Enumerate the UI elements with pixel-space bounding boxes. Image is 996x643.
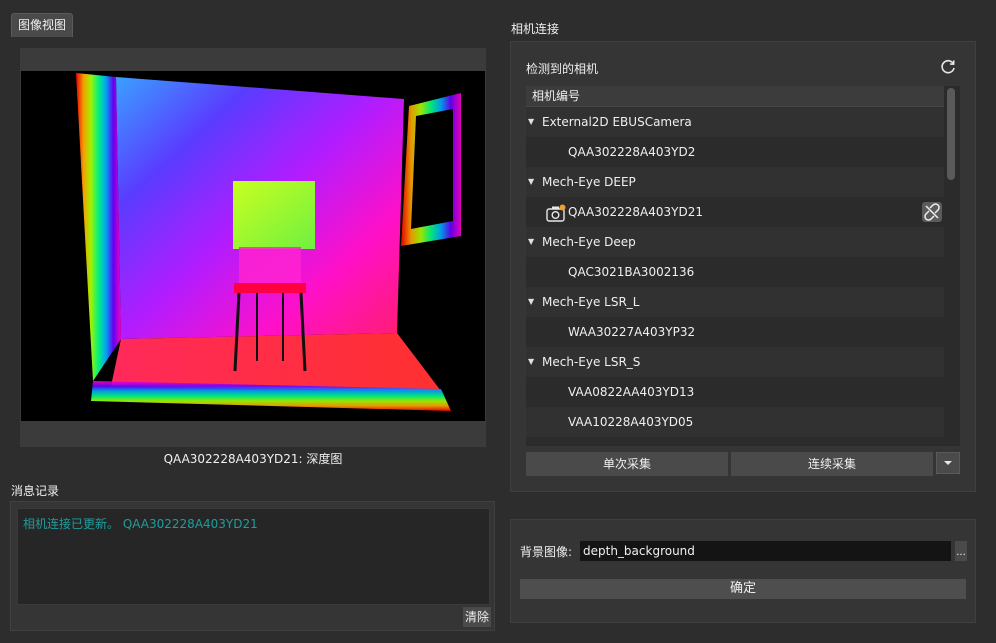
tree-group-row[interactable]: ▼ Mech-Eye LSR_L bbox=[526, 287, 944, 317]
tree-group-row[interactable]: ▼ External2D EBUSCamera bbox=[526, 107, 944, 137]
chevron-down-icon[interactable]: ▼ bbox=[528, 347, 538, 377]
serial-label: WAA30227A403YP32 bbox=[568, 325, 696, 339]
camera-tree[interactable]: 相机编号 ▼ External2D EBUSCamera QAA302228A4… bbox=[526, 86, 944, 446]
detected-cameras-label: 检测到的相机 bbox=[526, 62, 599, 76]
serial-label: QAC3021BA3002136 bbox=[568, 265, 695, 279]
depth-image bbox=[21, 71, 485, 421]
tree-group-row[interactable]: ▼ Mech-Eye DEEP bbox=[526, 167, 944, 197]
image-caption: QAA302228A403YD21: 深度图 bbox=[163, 452, 343, 466]
tree-group-row[interactable]: ▼ Mech-Eye LSR_S bbox=[526, 347, 944, 377]
depth-image-render bbox=[21, 71, 485, 421]
group-label: Mech-Eye DEEP bbox=[542, 175, 636, 189]
continuous-capture-button[interactable]: 连续采集 bbox=[731, 452, 933, 476]
single-capture-button[interactable]: 单次采集 bbox=[526, 452, 728, 476]
message-log-title: 消息记录 bbox=[11, 484, 60, 498]
refresh-icon[interactable] bbox=[938, 57, 958, 77]
background-image-label: 背景图像: bbox=[520, 545, 573, 559]
background-panel bbox=[510, 519, 976, 623]
chevron-down-icon[interactable]: ▼ bbox=[528, 287, 538, 317]
background-image-field[interactable] bbox=[580, 541, 951, 561]
capture-options-dropdown[interactable] bbox=[936, 452, 960, 474]
serial-label: VAA10228A403YD05 bbox=[568, 415, 694, 429]
group-label: Mech-Eye Deep bbox=[542, 235, 636, 249]
message-log-box[interactable]: 相机连接已更新。 QAA302228A403YD21 bbox=[17, 508, 490, 605]
tree-scrollbar-thumb[interactable] bbox=[947, 88, 955, 180]
tree-serial-row[interactable]: QAC3021BA3002136 bbox=[526, 257, 944, 287]
tab-image-view[interactable]: 图像视图 bbox=[11, 13, 73, 37]
disconnect-button[interactable] bbox=[922, 202, 942, 222]
tree-group-row[interactable]: ▼ Mech-Eye Deep bbox=[526, 227, 944, 257]
message-log-entry: 相机连接已更新。 QAA302228A403YD21 bbox=[23, 517, 258, 531]
confirm-button[interactable]: 确定 bbox=[520, 579, 966, 599]
chevron-down-icon[interactable]: ▼ bbox=[528, 227, 538, 257]
clear-button[interactable]: 清除 bbox=[463, 607, 491, 627]
camera-connected-icon bbox=[546, 203, 566, 222]
chevron-down-icon[interactable]: ▼ bbox=[528, 107, 538, 137]
tree-serial-row[interactable]: VAA10228A403YD05 bbox=[526, 407, 944, 437]
serial-label: QAA302228A403YD21 bbox=[568, 205, 703, 219]
camera-icon-glyph bbox=[546, 204, 566, 222]
refresh-icon-glyph bbox=[941, 59, 955, 74]
serial-label: VAA0822AA403YD13 bbox=[568, 385, 695, 399]
camera-connection-title: 相机连接 bbox=[511, 22, 560, 36]
chevron-down-icon[interactable]: ▼ bbox=[528, 167, 538, 197]
browse-button[interactable]: ... bbox=[955, 541, 967, 561]
chevron-down-icon bbox=[944, 461, 952, 465]
group-label: External2D EBUSCamera bbox=[542, 115, 692, 129]
serial-label: QAA302228A403YD2 bbox=[568, 145, 696, 159]
tree-serial-row[interactable]: VAA0822AA403YD13 bbox=[526, 377, 944, 407]
group-label: Mech-Eye LSR_L bbox=[542, 295, 640, 309]
tree-serial-row[interactable]: WAA30227A403YP32 bbox=[526, 317, 944, 347]
tree-serial-row[interactable]: QAA302228A403YD2 bbox=[526, 137, 944, 167]
unlink-icon bbox=[924, 203, 940, 221]
tree-serial-row-connected[interactable]: QAA302228A403YD21 bbox=[526, 197, 944, 227]
group-label: Mech-Eye LSR_S bbox=[542, 355, 641, 369]
tree-header: 相机编号 bbox=[526, 86, 944, 107]
